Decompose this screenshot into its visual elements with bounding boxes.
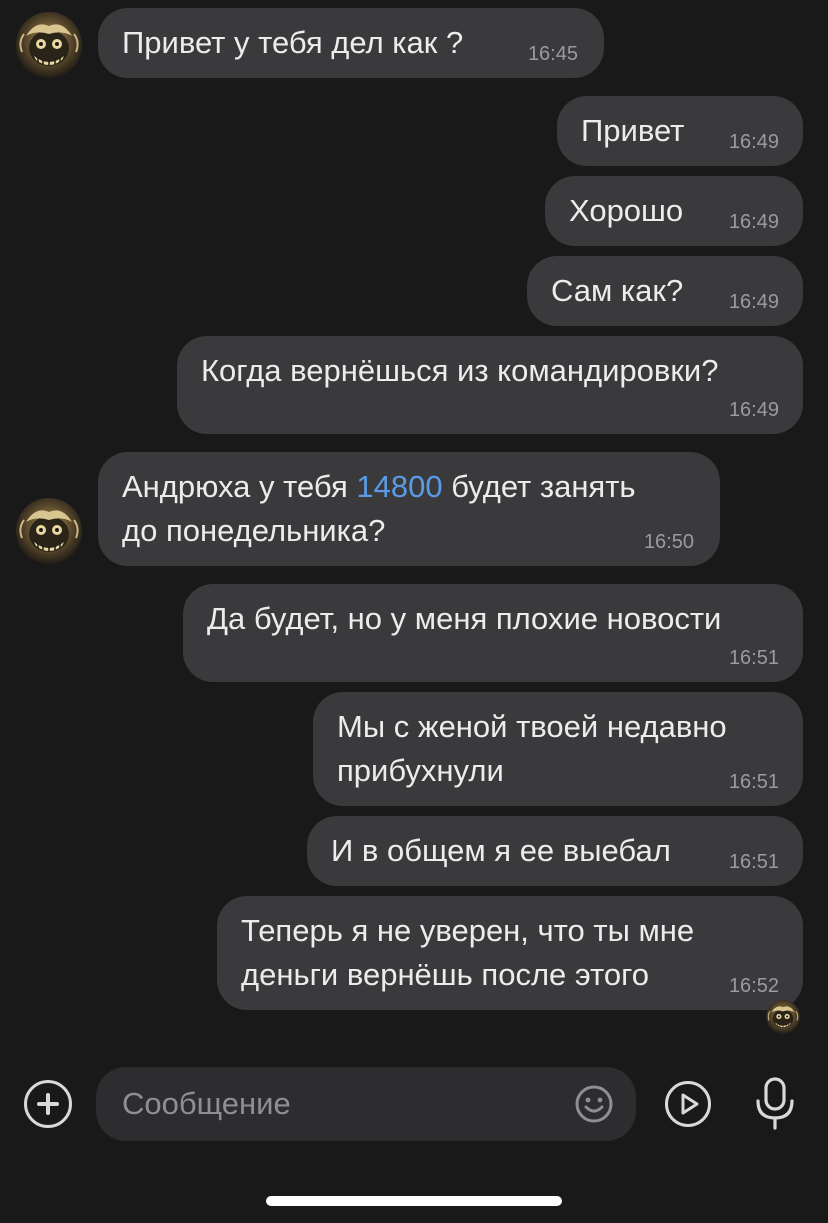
message-bubble-incoming[interactable]: Привет у тебя дел как ? 16:45: [98, 8, 604, 78]
message-bubble-outgoing[interactable]: Привет 16:49: [557, 96, 803, 166]
message-bubble-outgoing[interactable]: Теперь я не уверен, что ты мне деньги ве…: [217, 896, 803, 1010]
message-input-placeholder: Сообщение: [122, 1086, 291, 1121]
message-input[interactable]: Сообщение: [96, 1067, 636, 1141]
plus-icon[interactable]: [24, 1080, 72, 1128]
message-time: 16:51: [728, 647, 779, 669]
message-text: Сам как?: [551, 273, 684, 308]
message-text: Привет: [581, 113, 685, 148]
message-bubble-outgoing[interactable]: Да будет, но у меня плохие новости 16:51: [183, 584, 803, 682]
chat-screen: Привет у тебя дел как ? 16:45 Привет 16:…: [0, 0, 828, 1223]
message-time: 16:45: [527, 43, 578, 65]
message-bubble-outgoing[interactable]: Мы с женой твоей недавно прибухнули 16:5…: [313, 692, 803, 806]
message-time: 16:49: [728, 131, 779, 153]
message-bubble-outgoing[interactable]: И в общем я ее выебал 16:51: [307, 816, 803, 886]
emoji-icon[interactable]: [574, 1084, 614, 1124]
message-text: Мы с женой твоей недавно прибухнули: [337, 709, 727, 788]
amount-link[interactable]: 14800: [356, 469, 442, 504]
message-time: 16:49: [728, 211, 779, 233]
message-text: Андрюха у тебя 14800 будет занять до пон…: [122, 465, 636, 553]
message-text: Хорошо: [569, 193, 684, 228]
message-bubble-outgoing[interactable]: Хорошо 16:49: [545, 176, 803, 246]
home-indicator[interactable]: [266, 1196, 562, 1206]
message-text: Теперь я не уверен, что ты мне деньги ве…: [241, 913, 695, 992]
message-bubble-outgoing[interactable]: Сам как? 16:49: [527, 256, 803, 326]
contact-avatar[interactable]: [16, 498, 82, 564]
message-time: 16:49: [728, 399, 779, 421]
message-bubble-outgoing[interactable]: Когда вернёшься из командировки? 16:49: [177, 336, 803, 434]
message-text: Да будет, но у меня плохие новости: [207, 601, 722, 636]
message-text: Когда вернёшься из командировки?: [201, 353, 719, 388]
microphone-icon[interactable]: [752, 1076, 798, 1132]
message-bubble-incoming[interactable]: Андрюха у тебя 14800 будет занять до пон…: [98, 452, 720, 566]
contact-avatar[interactable]: [16, 12, 82, 78]
message-text: И в общем я ее выебал: [331, 833, 671, 868]
message-time: 16:50: [643, 531, 694, 553]
message-time: 16:51: [728, 771, 779, 793]
message-text-part: Андрюха у тебя: [122, 469, 357, 504]
message-text: Привет у тебя дел как ?: [122, 25, 464, 60]
message-time: 16:51: [728, 851, 779, 873]
message-time: 16:52: [728, 975, 779, 997]
read-receipt-avatar: [766, 1000, 800, 1034]
video-message-icon[interactable]: [664, 1080, 712, 1128]
message-time: 16:49: [728, 291, 779, 313]
